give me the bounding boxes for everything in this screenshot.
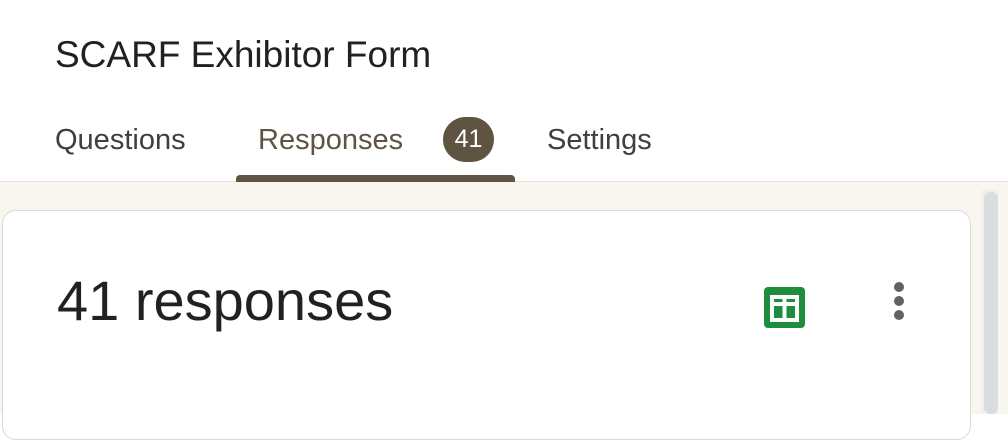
tab-responses[interactable]: Responses bbox=[258, 118, 403, 162]
more-vert-icon[interactable] bbox=[882, 278, 916, 324]
google-sheets-icon[interactable] bbox=[764, 287, 805, 328]
form-header: SCARF Exhibitor Form Questions Responses… bbox=[0, 0, 1008, 182]
response-count-heading: 41 responses bbox=[57, 269, 394, 332]
tab-settings[interactable]: Settings bbox=[547, 118, 652, 162]
scrollbar-thumb[interactable] bbox=[984, 192, 998, 414]
active-tab-indicator bbox=[236, 175, 515, 182]
form-title: SCARF Exhibitor Form bbox=[55, 34, 432, 75]
responses-count-badge: 41 bbox=[443, 117, 494, 162]
tab-questions[interactable]: Questions bbox=[55, 118, 186, 162]
